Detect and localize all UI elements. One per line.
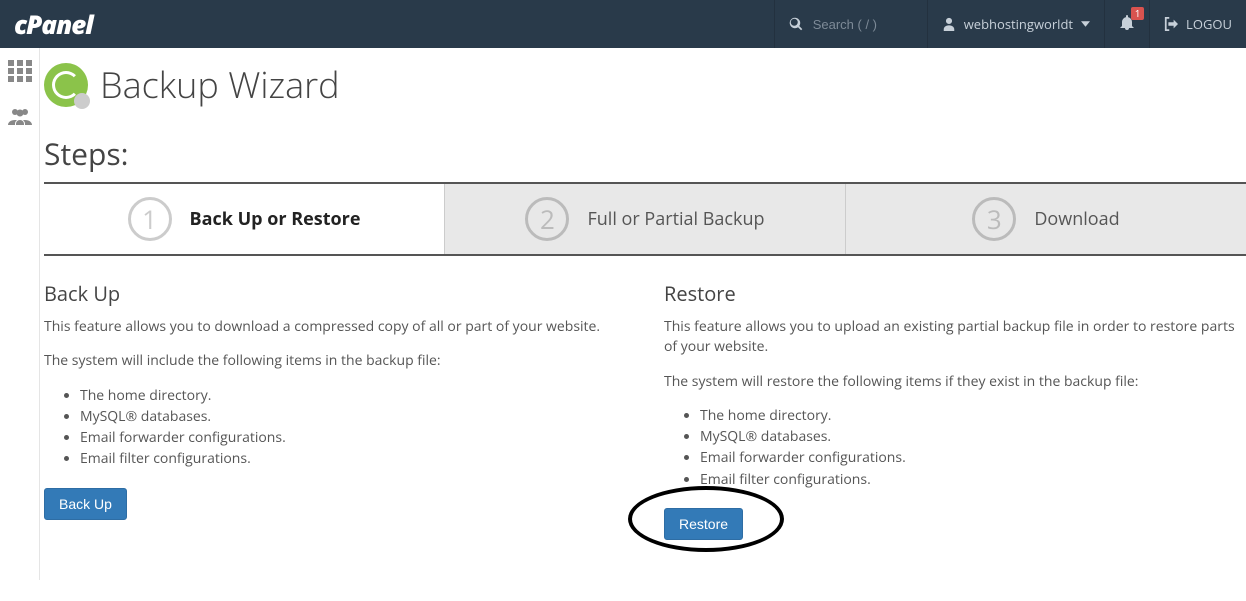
brand-text: cPanel	[14, 6, 93, 42]
list-item: Email forwarder configurations.	[700, 448, 1244, 468]
page-title: Backup Wizard	[100, 60, 340, 109]
step-3[interactable]: 3 Download	[846, 184, 1246, 254]
list-item: Email filter configurations.	[700, 470, 1244, 490]
step-label: Back Up or Restore	[190, 207, 361, 231]
logout-label: LOGOU	[1186, 15, 1232, 33]
backup-items-list: The home directory. MySQL® databases. Em…	[80, 386, 624, 470]
search-icon	[789, 17, 803, 31]
search-box[interactable]	[774, 0, 927, 48]
backup-heading: Back Up	[44, 280, 624, 307]
backup-button[interactable]: Back Up	[44, 488, 127, 520]
user-name: webhostingworldt	[964, 15, 1073, 33]
logout-icon	[1164, 17, 1178, 31]
step-label: Download	[1034, 207, 1119, 231]
backup-wizard-icon	[44, 63, 88, 107]
restore-list-intro: The system will restore the following it…	[664, 372, 1244, 392]
user-icon	[942, 17, 956, 31]
restore-description: This feature allows you to upload an exi…	[664, 317, 1244, 358]
apps-grid-icon	[8, 60, 32, 82]
step-1[interactable]: 1 Back Up or Restore	[44, 184, 445, 254]
list-item: The home directory.	[700, 406, 1244, 426]
step-number: 2	[525, 197, 569, 241]
list-item: MySQL® databases.	[700, 427, 1244, 447]
notifications-menu[interactable]: 1	[1104, 0, 1149, 48]
notification-count-badge: 1	[1131, 7, 1144, 20]
list-item: Email forwarder configurations.	[80, 428, 624, 448]
logout-button[interactable]: LOGOU	[1149, 0, 1246, 48]
list-item: MySQL® databases.	[80, 407, 624, 427]
restore-heading: Restore	[664, 280, 1244, 307]
restore-button[interactable]: Restore	[664, 508, 743, 540]
step-number: 3	[972, 197, 1016, 241]
main-content: Backup Wizard Steps: 1 Back Up or Restor…	[40, 48, 1246, 580]
steps-row: 1 Back Up or Restore 2 Full or Partial B…	[44, 182, 1246, 256]
left-rail	[0, 48, 40, 580]
restore-section: Restore This feature allows you to uploa…	[664, 280, 1244, 540]
users-button[interactable]	[8, 105, 32, 132]
step-number: 1	[128, 197, 172, 241]
list-item: The home directory.	[80, 386, 624, 406]
list-item: Email filter configurations.	[80, 449, 624, 469]
caret-down-icon	[1081, 21, 1090, 27]
step-label: Full or Partial Backup	[587, 207, 764, 231]
search-input[interactable]	[813, 17, 913, 32]
backup-list-intro: The system will include the following it…	[44, 351, 624, 371]
restore-items-list: The home directory. MySQL® databases. Em…	[700, 406, 1244, 490]
step-2[interactable]: 2 Full or Partial Backup	[445, 184, 846, 254]
backup-section: Back Up This feature allows you to downl…	[44, 280, 624, 540]
backup-description: This feature allows you to download a co…	[44, 317, 624, 337]
brand-logo[interactable]: cPanel	[14, 6, 93, 42]
steps-heading: Steps:	[40, 133, 1246, 174]
top-navbar: cPanel webhostingworldt 1 LOGOU	[0, 0, 1246, 48]
user-menu[interactable]: webhostingworldt	[927, 0, 1104, 48]
users-icon	[8, 105, 32, 127]
apps-grid-button[interactable]	[8, 60, 32, 87]
